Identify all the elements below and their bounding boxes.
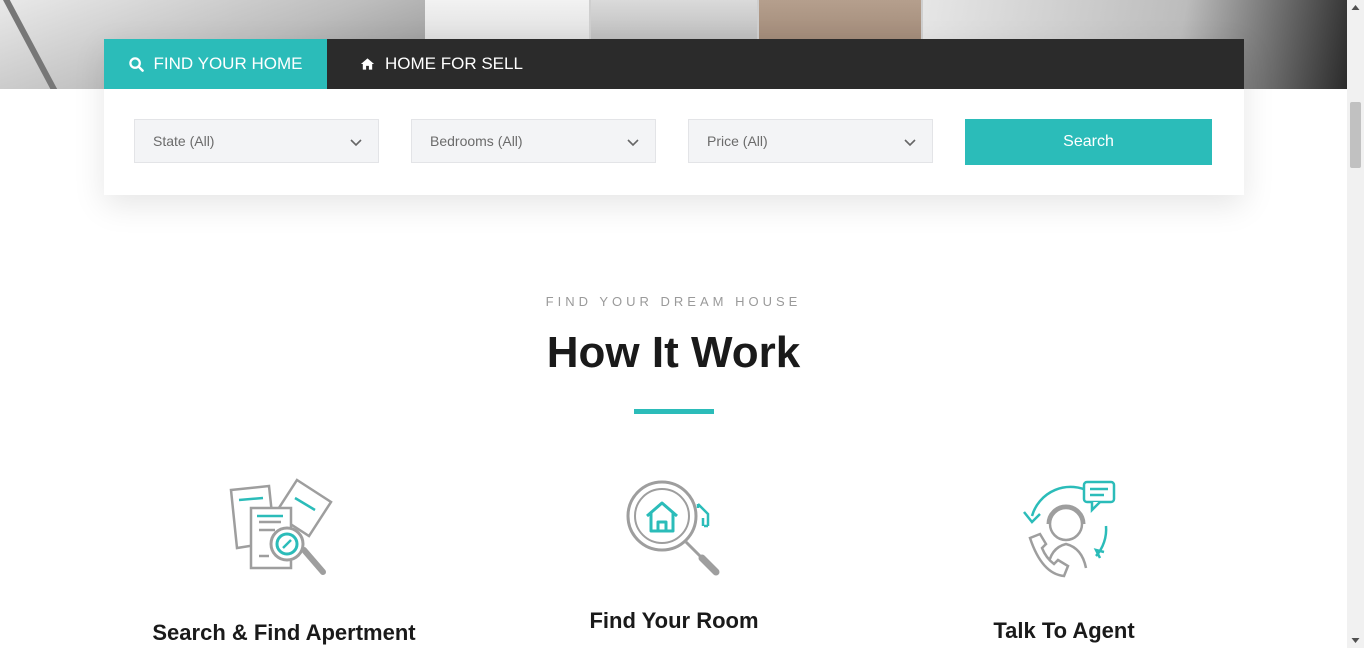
section-eyebrow: FIND YOUR DREAM HOUSE: [545, 294, 802, 309]
scrollbar-thumb[interactable]: [1350, 102, 1361, 168]
tab-sell-label: HOME FOR SELL: [385, 54, 523, 73]
chevron-down-icon: [350, 134, 362, 150]
feature-search-find: Search & Find Apertment: [134, 478, 434, 646]
page-scrollbar[interactable]: [1347, 0, 1364, 648]
feature-label: Talk To Agent: [993, 618, 1135, 643]
price-select[interactable]: Price (All): [688, 119, 933, 163]
feature-talk-agent: Talk To Agent: [914, 478, 1214, 644]
chevron-down-icon: [904, 134, 916, 150]
scroll-down-arrow-icon[interactable]: [1347, 631, 1364, 648]
document-search-icon: [229, 478, 339, 588]
state-select[interactable]: State (All): [134, 119, 379, 163]
agent-support-icon: [1012, 478, 1116, 582]
feature-label: Search & Find Apertment: [152, 620, 416, 645]
state-select-value: State (All): [153, 133, 215, 149]
bedrooms-select-value: Bedrooms (All): [430, 133, 523, 149]
feature-find-room: Find Your Room: [524, 478, 824, 634]
tab-find-your-home[interactable]: FIND YOUR HOME: [104, 39, 327, 89]
price-select-value: Price (All): [707, 133, 768, 149]
home-icon: [360, 57, 375, 71]
title-underline: [634, 409, 714, 414]
search-tabbar: FIND YOUR HOME HOME FOR SELL: [104, 39, 1244, 89]
bedrooms-select[interactable]: Bedrooms (All): [411, 119, 656, 163]
property-search-card: FIND YOUR HOME HOME FOR SELL State (All)…: [104, 39, 1244, 195]
search-button[interactable]: Search: [965, 119, 1212, 165]
section-title: How It Work: [546, 328, 801, 377]
chevron-down-icon: [627, 134, 639, 150]
house-magnifier-icon: [624, 478, 724, 578]
search-icon: [128, 56, 144, 72]
scroll-up-arrow-icon[interactable]: [1347, 0, 1364, 17]
tab-home-for-sell[interactable]: HOME FOR SELL: [360, 39, 523, 89]
tab-find-label: FIND YOUR HOME: [153, 54, 303, 73]
feature-label: Find Your Room: [589, 608, 759, 633]
